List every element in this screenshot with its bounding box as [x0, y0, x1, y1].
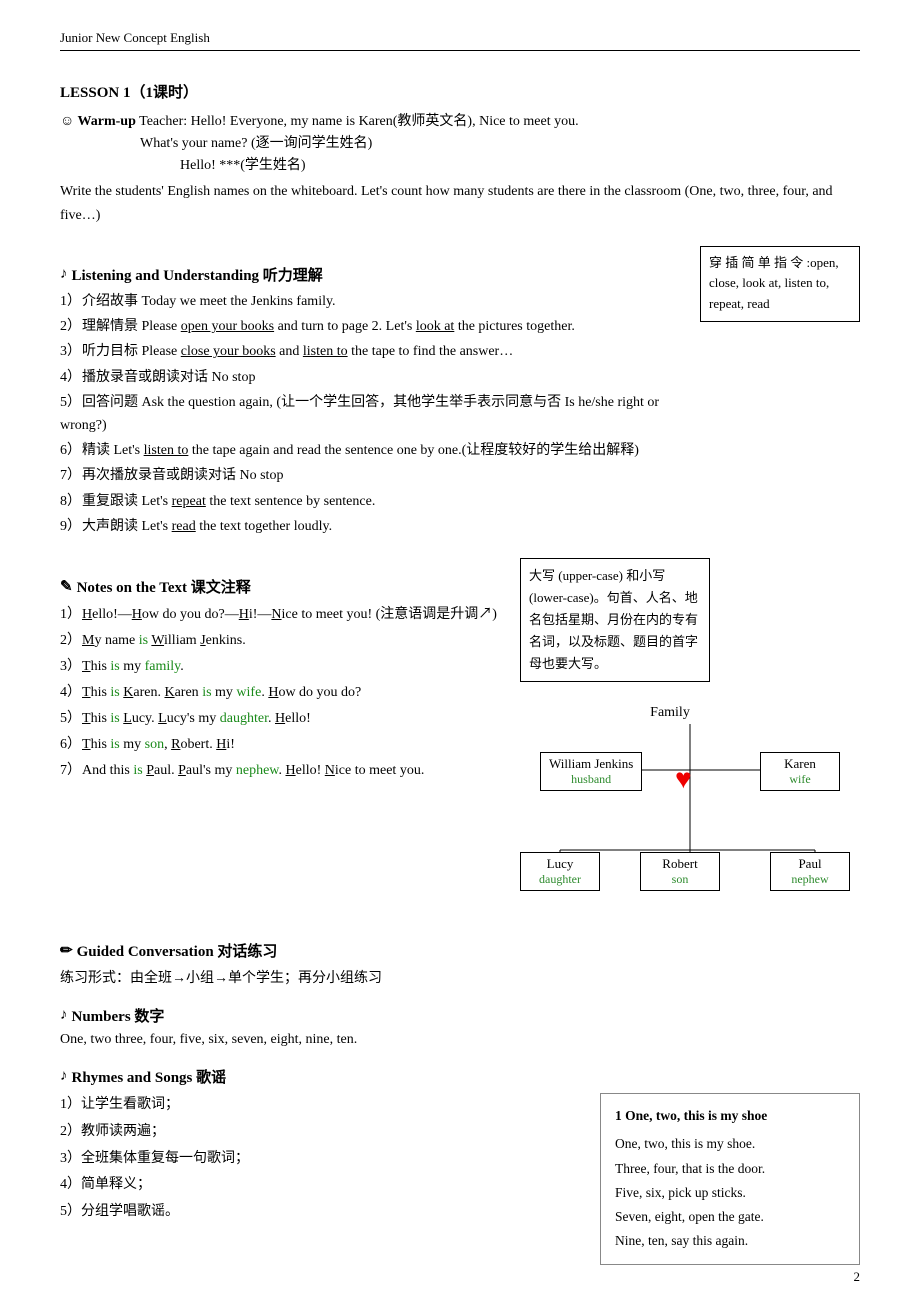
warmup-line1: ☺ Warm-up Teacher: Hello! Everyone, my n… — [60, 110, 860, 130]
list-item: 6）精读 Let's listen to the tape again and … — [60, 440, 690, 462]
list-item: 4）播放录音或朗读对话 No stop — [60, 367, 690, 389]
list-item: 9）大声朗读 Let's read the text together loud… — [60, 516, 690, 538]
listening-icon: ♪ — [60, 266, 68, 283]
lucy-name: Lucy — [529, 856, 591, 872]
listening-list: 1）介绍故事 Today we meet the Jenkins family.… — [60, 291, 690, 539]
rhymes-icon: ♪ — [60, 1068, 68, 1085]
song-title: 1 One, two, this is my shoe — [615, 1104, 845, 1128]
guided-text: 练习形式：由全班→小组→单个学生；再分小组练习 — [60, 967, 860, 987]
guided-title-text: Guided Conversation 对话练习 — [77, 940, 278, 961]
list-item: 4）简单释义； — [60, 1173, 580, 1197]
lesson-title: LESSON 1（1课时） — [60, 81, 860, 102]
list-item: 8）重复跟读 Let's repeat the text sentence by… — [60, 491, 690, 513]
song-line-3: Five, six, pick up sticks. — [615, 1181, 845, 1205]
list-item: 1）Hello!—How do you do?—Hi!—Nice to meet… — [60, 603, 510, 626]
song-line-4: Seven, eight, open the gate. — [615, 1205, 845, 1229]
heart-icon: ♥ — [675, 764, 692, 796]
robert-box: Robert son — [640, 852, 720, 891]
warmup-label: ☺ Warm-up — [60, 114, 136, 129]
notes-list: 1）Hello!—How do you do?—Hi!—Nice to meet… — [60, 603, 510, 783]
notes-title: ✎ Notes on the Text 课文注释 — [60, 576, 510, 597]
list-item: 4）This is Karen. Karen is my wife. How d… — [60, 681, 510, 704]
rhymes-list: 1）让学生看歌词； 2）教师读两遍； 3）全班集体重复每一句歌词； 4）简单释义… — [60, 1093, 580, 1265]
list-item: 3）This is my family. — [60, 655, 510, 678]
guided-title: ✏ Guided Conversation 对话练习 — [60, 940, 860, 961]
william-box: William Jenkins husband — [540, 752, 642, 791]
guided-section: ✏ Guided Conversation 对话练习 练习形式：由全班→小组→单… — [60, 940, 860, 987]
song-line-2: Three, four, that is the door. — [615, 1157, 845, 1181]
list-item: 1）介绍故事 Today we meet the Jenkins family. — [60, 291, 690, 313]
list-item: 2）理解情景 Please open your books and turn t… — [60, 316, 690, 338]
list-item: 5）回答问题 Ask the question again, (让一个学生回答，… — [60, 392, 690, 437]
karen-name: Karen — [769, 756, 831, 772]
numbers-title: ♪ Numbers 数字 — [60, 1005, 860, 1026]
side-box-content: 穿 插 简 单 指 令 :open, close, look at, liste… — [709, 255, 839, 312]
paul-name: Paul — [779, 856, 841, 872]
notes-side-box: 大写 (upper-case) 和小写 (lower-case)。句首、人名、地… — [520, 558, 710, 682]
list-item: 5）This is Lucy. Lucy's my daughter. Hell… — [60, 707, 510, 730]
rhymes-section: ♪ Rhymes and Songs 歌谣 1）让学生看歌词； 2）教师读两遍；… — [60, 1066, 860, 1265]
song-line-1: One, two, this is my shoe. — [615, 1132, 845, 1156]
numbers-text: One, two three, four, five, six, seven, … — [60, 1032, 860, 1048]
rhymes-content: 1）让学生看歌词； 2）教师读两遍； 3）全班集体重复每一句歌词； 4）简单释义… — [60, 1093, 860, 1265]
listening-title: ♪ Listening and Understanding 听力理解 — [60, 264, 690, 285]
list-item: 2）My name is William Jenkins. — [60, 629, 510, 652]
warmup-para: Write the students' English names on the… — [60, 180, 860, 228]
warmup-line3: Hello! ***(学生姓名) — [180, 154, 860, 174]
song-line-5: Nine, ten, say this again. — [615, 1229, 845, 1253]
list-item: 7）再次播放录音或朗读对话 No stop — [60, 465, 690, 487]
karen-box: Karen wife — [760, 752, 840, 791]
list-item: 2）教师读两遍； — [60, 1120, 580, 1144]
rhymes-title-text: Rhymes and Songs 歌谣 — [72, 1066, 227, 1087]
numbers-title-text: Numbers 数字 — [72, 1005, 165, 1026]
list-item: 6）This is my son, Robert. Hi! — [60, 733, 510, 756]
list-item: 3）全班集体重复每一句歌词； — [60, 1147, 580, 1171]
lucy-role: daughter — [529, 872, 591, 887]
page-number-bottom: 2 — [854, 1269, 861, 1285]
listening-side-box: 穿 插 简 单 指 令 :open, close, look at, liste… — [700, 246, 860, 322]
list-item: 5）分组学唱歌谣。 — [60, 1200, 580, 1224]
paul-role: nephew — [779, 872, 841, 887]
robert-name: Robert — [649, 856, 711, 872]
william-name: William Jenkins — [549, 756, 633, 772]
guided-icon: ✏ — [60, 941, 73, 960]
listening-title-text: Listening and Understanding 听力理解 — [72, 264, 323, 285]
numbers-icon: ♪ — [60, 1007, 68, 1024]
warmup-line2: What's your name? (逐一询问学生姓名) — [140, 132, 860, 152]
warmup-section: ☺ Warm-up Teacher: Hello! Everyone, my n… — [60, 110, 860, 228]
paul-box: Paul nephew — [770, 852, 850, 891]
family-tree: Family William Jenkins husband ♥ Karen w… — [520, 702, 860, 922]
listening-main: ♪ Listening and Understanding 听力理解 1）介绍故… — [60, 246, 690, 542]
numbers-section: ♪ Numbers 数字 One, two three, four, five,… — [60, 1005, 860, 1048]
rhymes-title: ♪ Rhymes and Songs 歌谣 — [60, 1066, 860, 1087]
robert-role: son — [649, 872, 711, 887]
list-item: 1）让学生看歌词； — [60, 1093, 580, 1117]
song-box: 1 One, two, this is my shoe One, two, th… — [600, 1093, 860, 1265]
list-item: 7）And this is Paul. Paul's my nephew. He… — [60, 759, 510, 782]
notes-title-text: Notes on the Text 课文注释 — [77, 576, 251, 597]
list-item: 3）听力目标 Please close your books and liste… — [60, 341, 690, 363]
warmup-teacher-line: Teacher: Hello! Everyone, my name is Kar… — [139, 114, 578, 129]
karen-role: wife — [769, 772, 831, 787]
notes-section: ✎ Notes on the Text 课文注释 1）Hello!—How do… — [60, 558, 860, 922]
william-role: husband — [549, 772, 633, 787]
notes-icon: ✎ — [60, 577, 73, 596]
family-label: Family — [630, 702, 710, 724]
lucy-box: Lucy daughter — [520, 852, 600, 891]
notes-main: ✎ Notes on the Text 课文注释 1）Hello!—How do… — [60, 558, 510, 786]
page-header: Junior New Concept English — [60, 30, 860, 51]
listening-section: ♪ Listening and Understanding 听力理解 1）介绍故… — [60, 246, 860, 542]
header-title: Junior New Concept English — [60, 30, 210, 46]
